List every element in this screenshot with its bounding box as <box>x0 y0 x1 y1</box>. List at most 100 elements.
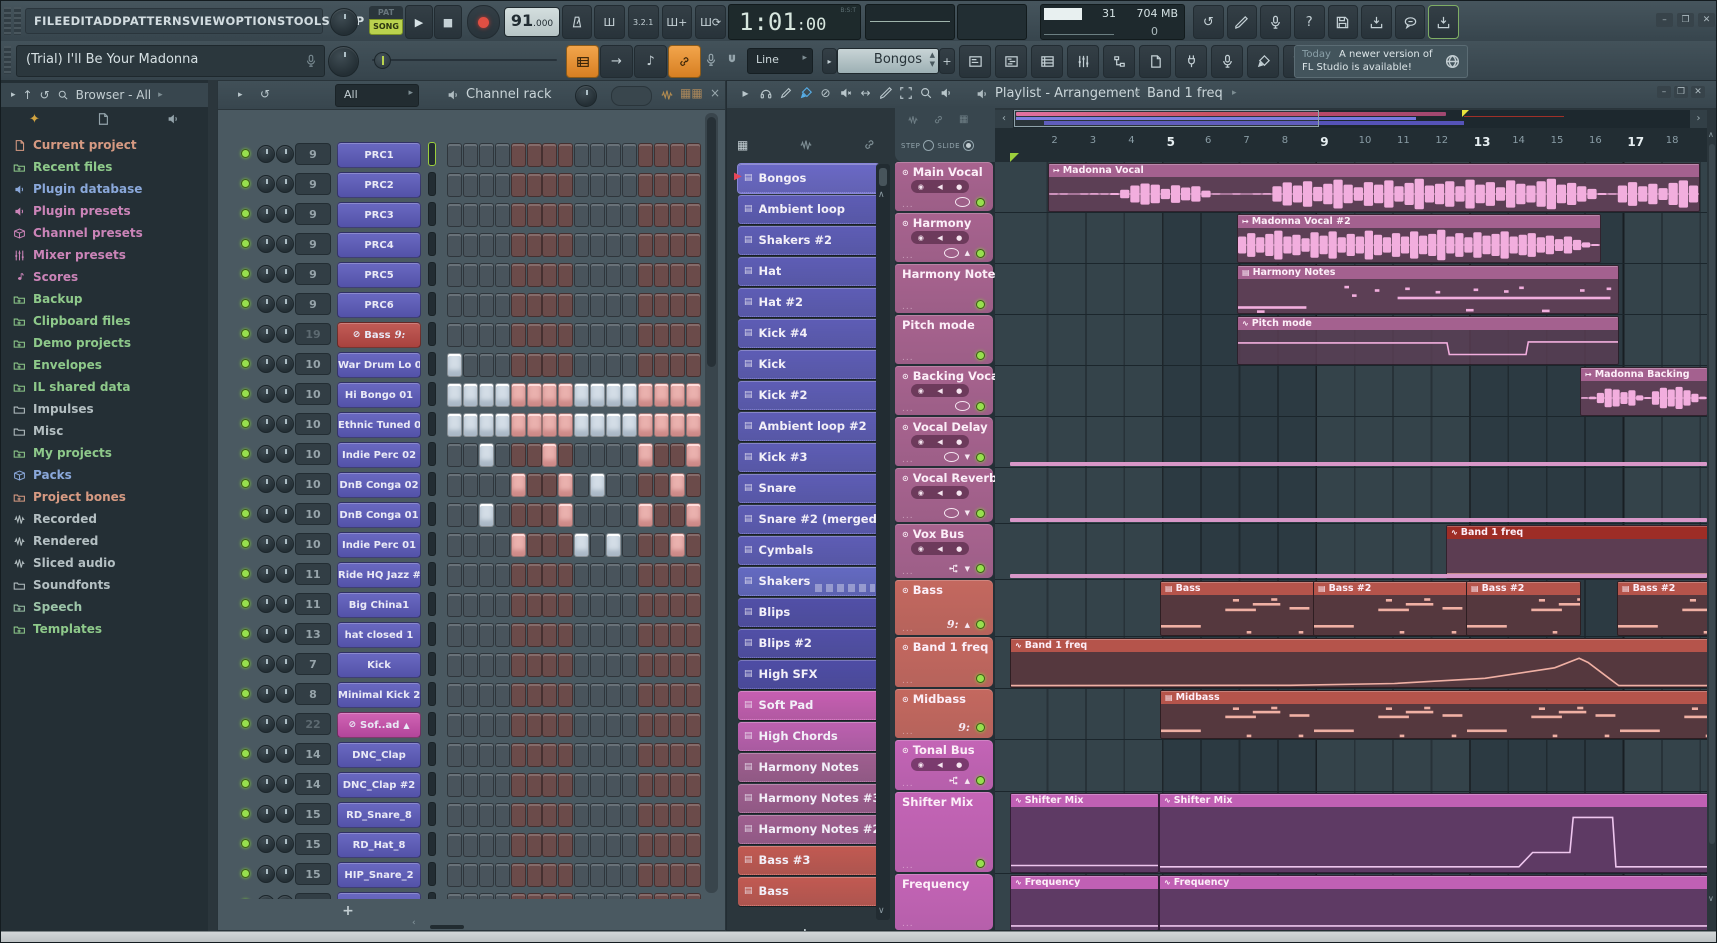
step-cell-13[interactable] <box>638 893 653 899</box>
browser-back-icon[interactable]: ↺ <box>40 87 50 103</box>
step-cell-8[interactable] <box>558 623 573 647</box>
channel-pan-knob[interactable] <box>257 775 275 793</box>
step-cell-8[interactable] <box>558 533 573 557</box>
browser-item-sliced-audio[interactable]: Sliced audio <box>1 552 208 574</box>
step-cell-7[interactable] <box>542 713 557 737</box>
clip-label[interactable]: ▤Bass <box>1161 582 1314 595</box>
track-header-vox-bus[interactable]: ⊙Vox Bus◉◀●▼... <box>895 524 993 578</box>
step-cell-12[interactable] <box>622 143 637 167</box>
step-cell-12[interactable] <box>622 233 637 257</box>
step-cell-3[interactable] <box>479 503 494 527</box>
track-lane-main-vocal[interactable]: ↦Madonna Vocal <box>995 162 1707 213</box>
channel-enable-led[interactable] <box>241 509 250 518</box>
channel-volume-knob[interactable] <box>276 535 294 553</box>
step-cell-4[interactable] <box>495 383 510 407</box>
step-cell-1[interactable] <box>447 683 462 707</box>
browser-item-plugin-database[interactable]: Plugin database <box>1 178 208 200</box>
step-cell-1[interactable] <box>447 473 462 497</box>
channel-enable-led[interactable] <box>241 209 250 218</box>
playlist-menu-icon[interactable]: ▸ <box>737 85 754 101</box>
step-cell-14[interactable] <box>654 323 669 347</box>
open-channelrack-button[interactable] <box>1031 45 1063 78</box>
channel-pan-knob[interactable] <box>257 805 275 823</box>
step-cell-9[interactable] <box>574 173 589 197</box>
step-cell-8[interactable] <box>558 353 573 377</box>
step-cell-12[interactable] <box>622 323 637 347</box>
open-project-info-button[interactable] <box>1139 45 1171 78</box>
step-cell-10[interactable] <box>590 683 605 707</box>
step-cell-5[interactable] <box>511 443 526 467</box>
channel-enable-led[interactable] <box>241 179 250 188</box>
step-cell-5[interactable] <box>511 683 526 707</box>
pattern-bass-3[interactable]: ▤Bass #3 <box>738 846 879 875</box>
channel-volume-knob[interactable] <box>276 475 294 493</box>
pattern-harmony-notes[interactable]: ▤Harmony Notes <box>738 753 879 782</box>
channel-select-strip[interactable] <box>428 502 436 526</box>
clip-label[interactable]: ↦Madonna Vocal #2 <box>1238 215 1600 228</box>
step-cell-3[interactable] <box>479 803 494 827</box>
channel-select-strip[interactable] <box>428 892 436 899</box>
step-cell-14[interactable] <box>654 803 669 827</box>
step-cell-10[interactable] <box>590 443 605 467</box>
browser-item-envelopes[interactable]: Envelopes <box>1 354 208 376</box>
step-cell-4[interactable] <box>495 413 510 437</box>
menu-add[interactable]: ADD <box>93 14 122 28</box>
step-cell-12[interactable] <box>622 593 637 617</box>
step-cell-3[interactable] <box>479 293 494 317</box>
step-cell-6[interactable] <box>527 203 542 227</box>
browser-tab-smart-icon[interactable]: ✦ <box>29 112 40 127</box>
step-cell-14[interactable] <box>654 233 669 257</box>
pattern-spinner[interactable]: ▲▼ <box>930 51 935 69</box>
step-cell-10[interactable] <box>590 563 605 587</box>
step-cell-12[interactable] <box>622 533 637 557</box>
channel-pan-knob[interactable] <box>257 835 275 853</box>
step-cell-6[interactable] <box>527 233 542 257</box>
channel-target-display[interactable]: 15 <box>295 833 331 855</box>
step-cell-6[interactable] <box>527 803 542 827</box>
track-options-dots[interactable]: ... <box>902 511 914 521</box>
step-cell-8[interactable] <box>558 773 573 797</box>
channel-enable-led[interactable] <box>241 419 250 428</box>
step-cell-9[interactable] <box>574 503 589 527</box>
step-cell-12[interactable] <box>622 203 637 227</box>
step-cell-13[interactable] <box>638 713 653 737</box>
clip-label[interactable]: ↦Madonna Backing <box>1581 368 1707 381</box>
step-cell-16[interactable] <box>686 773 701 797</box>
step-cell-16[interactable] <box>686 323 701 347</box>
channel-enable-led[interactable] <box>241 359 250 368</box>
step-cell-14[interactable] <box>654 623 669 647</box>
track-record-led[interactable] <box>976 509 985 518</box>
channel-button[interactable]: PRC6 <box>337 292 421 318</box>
step-cell-15[interactable] <box>670 503 685 527</box>
step-cell-1[interactable] <box>447 833 462 857</box>
clip-label[interactable]: ∿Frequency <box>1160 876 1707 889</box>
track-lane-vocal-delay[interactable] <box>995 417 1707 468</box>
step-cell-2[interactable] <box>463 143 478 167</box>
step-cell-16[interactable] <box>686 503 701 527</box>
channel-target-display[interactable]: 10 <box>295 413 331 435</box>
channel-select-strip[interactable] <box>428 622 436 646</box>
step-cell-5[interactable] <box>511 593 526 617</box>
pattern-high-sfx[interactable]: ▤High SFX <box>738 660 879 689</box>
channel-button[interactable]: Indie Perc 02 <box>337 442 421 468</box>
step-cell-14[interactable] <box>654 293 669 317</box>
channel-select-strip[interactable] <box>428 652 436 676</box>
channel-target-display[interactable]: 14 <box>295 743 331 765</box>
browser-item-soundfonts[interactable]: Soundfonts <box>1 574 208 596</box>
pattern-bongos[interactable]: ▶▤Bongos <box>738 164 879 193</box>
channel-enable-led[interactable] <box>241 779 250 788</box>
step-cell-14[interactable] <box>654 743 669 767</box>
step-cell-11[interactable] <box>606 263 621 287</box>
step-cell-2[interactable] <box>463 623 478 647</box>
step-cell-8[interactable] <box>558 473 573 497</box>
channel-enable-led[interactable] <box>241 599 250 608</box>
channel-button[interactable]: HIP_Snare_2 <box>337 862 421 888</box>
step-cell-5[interactable] <box>511 863 526 887</box>
step-cell-5[interactable] <box>511 383 526 407</box>
step-cell-1[interactable] <box>447 323 462 347</box>
step-cell-2[interactable] <box>463 803 478 827</box>
step-cell-12[interactable] <box>622 353 637 377</box>
channel-pan-knob[interactable] <box>257 685 275 703</box>
step-cell-3[interactable] <box>479 773 494 797</box>
step-cell-1[interactable] <box>447 143 462 167</box>
